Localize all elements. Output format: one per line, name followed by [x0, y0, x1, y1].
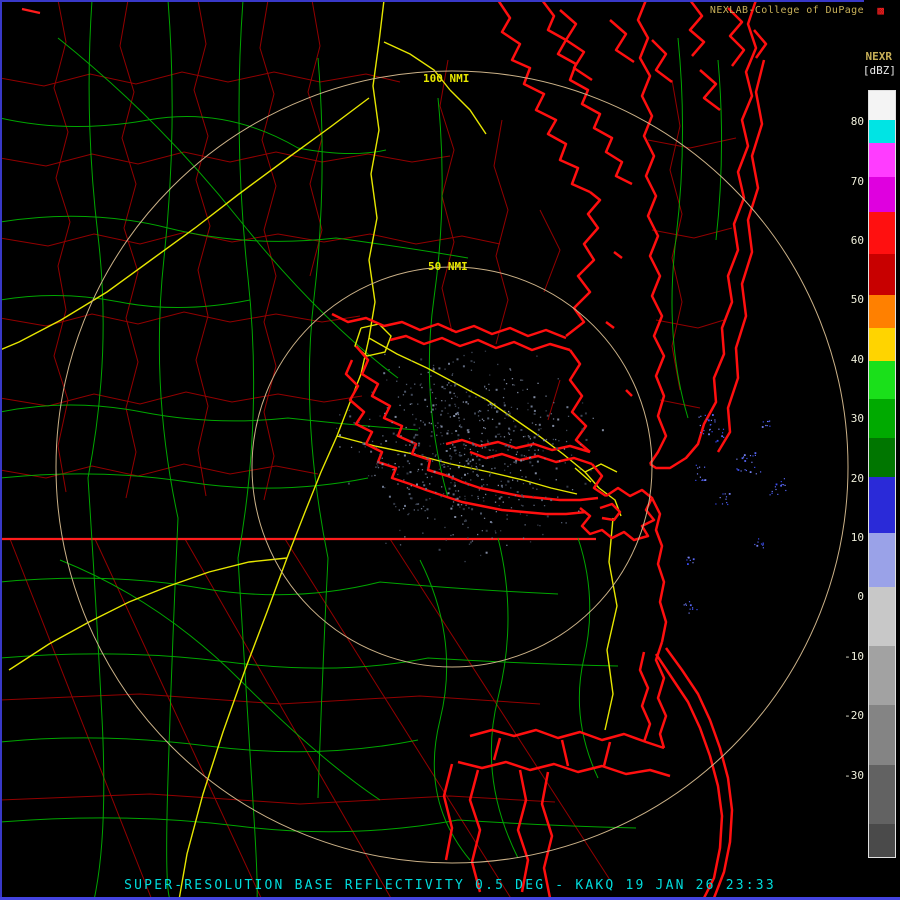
colorbar-segment — [869, 476, 895, 534]
colorbar-tick-label: 70 — [850, 174, 864, 188]
range-ring-label-100: 100 NMI — [423, 72, 469, 85]
colorbar-segment — [869, 586, 895, 646]
cod-logo-icon: ▩ — [877, 4, 884, 17]
colorbar-tick-label: 40 — [850, 352, 864, 366]
colorbar-tick-label: 80 — [850, 115, 864, 129]
radar-display: 50 NMI 100 NMI NEXLAB-College of DuPage … — [0, 0, 900, 900]
map-canvas: 50 NMI 100 NMI — [0, 0, 849, 900]
coastline — [331, 0, 768, 899]
colorbar-tick-label: 60 — [850, 233, 864, 247]
range-rings — [55, 70, 849, 864]
attribution-text: NEXLAB-College of DuPage — [709, 5, 864, 16]
colorbar-unit: [dBZ] — [862, 64, 896, 77]
colorbar-segment — [869, 119, 895, 144]
colorbar-segment — [869, 176, 895, 213]
colorbar-segment — [869, 360, 895, 400]
colorbar-tick-label: -20 — [844, 709, 864, 723]
status-bar-text: SUPER-RESOLUTION BASE REFLECTIVITY 0.5 D… — [124, 878, 776, 893]
colorbar-tick-label: 10 — [850, 531, 864, 545]
colorbar-segment — [869, 399, 895, 438]
colorbar — [868, 90, 896, 858]
range-ring-100nmi — [55, 70, 849, 864]
colorbar-segment — [869, 328, 895, 361]
colorbar-segment — [869, 212, 895, 254]
colorbar-segment — [869, 295, 895, 329]
colorbar-tick-label: -30 — [844, 768, 864, 782]
colorbar-segment — [869, 91, 895, 120]
top-border-line — [0, 0, 864, 2]
colorbar-title: NEXR — [865, 50, 893, 63]
colorbar-tick-label: -10 — [844, 649, 864, 663]
colorbar-tick-label: 30 — [850, 412, 864, 426]
colorbar-segment — [869, 705, 895, 765]
colorbar-tick-label: 0 — [857, 590, 864, 604]
colorbar-tick-label: 50 — [850, 293, 864, 307]
colorbar-segment — [869, 143, 895, 177]
colorbar-tick-label: 20 — [850, 471, 864, 485]
road-network — [0, 0, 723, 900]
left-border-line — [0, 0, 2, 900]
colorbar-segment — [869, 437, 895, 477]
colorbar-segment — [869, 645, 895, 706]
colorbar-segment — [869, 533, 895, 587]
range-ring-label-50: 50 NMI — [428, 260, 468, 273]
colorbar-segment — [869, 824, 895, 857]
colorbar-segment — [869, 253, 895, 296]
range-ring-50nmi — [251, 266, 653, 668]
colorbar-segment — [869, 764, 895, 825]
county-boundaries — [0, 0, 737, 900]
